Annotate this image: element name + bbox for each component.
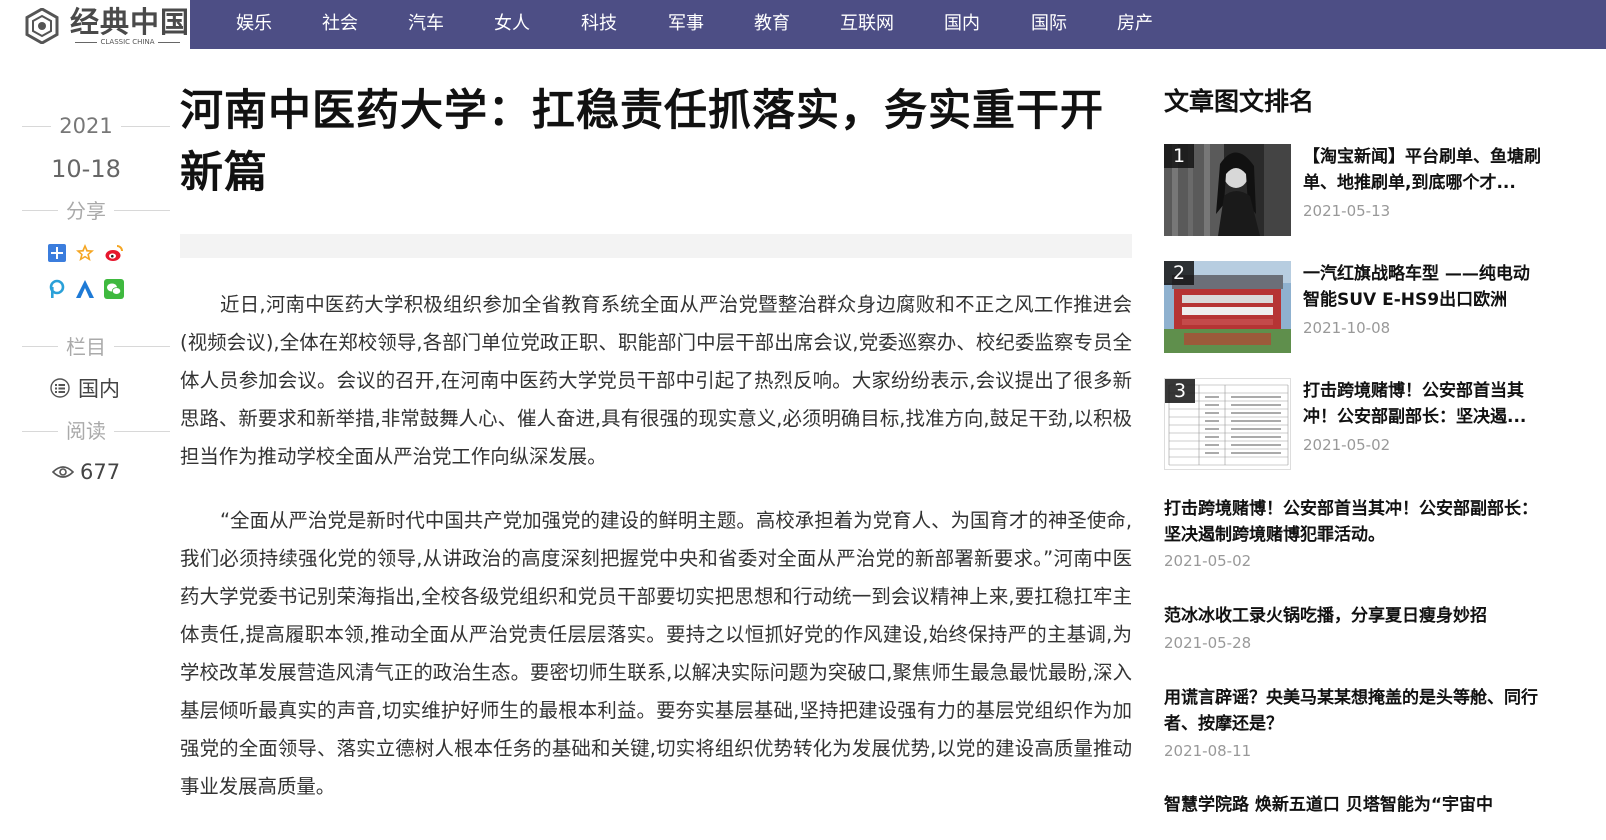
share-label: 分享: [58, 199, 114, 223]
eye-icon: [52, 466, 74, 478]
nav-item-tech[interactable]: 科技: [581, 0, 617, 49]
read-count-display: 677: [52, 457, 120, 487]
nav-item-society[interactable]: 社会: [322, 0, 358, 49]
rank-number: 3: [1165, 379, 1195, 403]
column-link[interactable]: 国内: [50, 373, 120, 403]
sidebar-article-date: 2021-08-11: [1164, 742, 1252, 760]
column-label: 栏目: [58, 335, 114, 359]
title-separator-bar: [180, 234, 1132, 258]
logo-emblem-icon: [25, 8, 59, 44]
article-thumbnail[interactable]: 3: [1164, 378, 1291, 470]
nav-item-entertainment[interactable]: 娱乐: [236, 0, 272, 49]
sidebar-article-title[interactable]: 范冰冰收工录火锅吃播，分享夏日瘦身妙招: [1164, 603, 1554, 629]
article-title: 河南中医药大学：扛稳责任抓落实，务实重干开新篇: [180, 86, 1104, 198]
p-share-icon[interactable]: [47, 279, 67, 299]
logo-text-cn: 经典中国: [70, 5, 191, 39]
a-share-icon[interactable]: [75, 279, 95, 299]
read-label: 阅读: [58, 419, 114, 443]
star-share-icon[interactable]: [75, 243, 95, 263]
nav-item-domestic[interactable]: 国内: [944, 0, 980, 49]
ranked-article-date: 2021-05-02: [1303, 436, 1391, 454]
publish-year: 2021: [51, 114, 121, 138]
weibo-icon[interactable]: [104, 243, 124, 263]
nav-item-auto[interactable]: 汽车: [408, 0, 444, 49]
sidebar-article-date: 2021-05-28: [1164, 634, 1252, 652]
ranked-article-date: 2021-05-13: [1303, 202, 1391, 220]
top-navigation-bar: 经典中国 CLASSIC CHINA 娱乐 社会 汽车 女人 科技 军事 教育 …: [0, 0, 1606, 49]
nav-item-education[interactable]: 教育: [754, 0, 790, 49]
article-paragraph: 近日,河南中医药大学积极组织参加全省教育系统全面从严治党暨整治群众身边腐败和不正…: [180, 293, 1132, 468]
read-count: 677: [80, 460, 121, 484]
publish-date: 10-18: [51, 155, 121, 183]
article-thumbnail[interactable]: 2: [1164, 261, 1291, 353]
site-logo[interactable]: 经典中国 CLASSIC CHINA: [0, 0, 190, 49]
nav-item-realestate[interactable]: 房产: [1117, 0, 1153, 49]
ranked-article-date: 2021-10-08: [1303, 319, 1391, 337]
list-icon: [50, 378, 70, 398]
nav-item-military[interactable]: 军事: [668, 0, 704, 49]
sidebar-article-title[interactable]: 智慧学院路 焕新五道口 贝塔智能为“宇宙中: [1164, 792, 1554, 818]
sidebar-article-title[interactable]: 打击跨境赌博！公安部首当其冲！公安部副部长：坚决遏制跨境赌博犯罪活动。: [1164, 496, 1554, 548]
plus-share-icon[interactable]: [47, 243, 67, 263]
ranked-article-card[interactable]: 2 一汽红旗战略车型 ——纯电动智能SUV E-HS9出口欧洲 2021-10-…: [1164, 261, 1564, 355]
nav-item-international[interactable]: 国际: [1031, 0, 1067, 49]
ranked-article-title[interactable]: 打击跨境赌博！公安部首当其冲！公安部副部长：坚决遏...: [1303, 378, 1543, 430]
nav-item-internet[interactable]: 互联网: [840, 0, 894, 49]
sidebar-article-date: 2021-05-02: [1164, 552, 1252, 570]
rank-number: 1: [1164, 144, 1194, 168]
sidebar-article-title[interactable]: 用谎言辟谣？央美马某某想掩盖的是头等舱、同行者、按摩还是？: [1164, 685, 1554, 737]
ranked-article-card[interactable]: 3 打击跨境赌博！公安部首当其冲！公安部副部长：坚决遏... 2021-05-0…: [1164, 378, 1564, 472]
column-value: 国内: [78, 377, 120, 401]
ranked-article-title[interactable]: 【淘宝新闻】平台刷单、鱼塘刷单、地推刷单,到底哪个才...: [1303, 144, 1543, 196]
logo-text-en: CLASSIC CHINA: [70, 38, 185, 47]
ranked-article-card[interactable]: 1 【淘宝新闻】平台刷单、鱼塘刷单、地推刷单,到底哪个才... 2021-05-…: [1164, 144, 1564, 238]
nav-item-women[interactable]: 女人: [494, 0, 530, 49]
article-thumbnail[interactable]: 1: [1164, 144, 1291, 236]
wechat-icon[interactable]: [104, 279, 124, 299]
ranked-article-title[interactable]: 一汽红旗战略车型 ——纯电动智能SUV E-HS9出口欧洲: [1303, 261, 1543, 313]
article-paragraph: “全面从严治党是新时代中国共产党加强党的建设的鲜明主题。高校承担着为党育人、为国…: [180, 509, 1132, 798]
sidebar-title: 文章图文排名: [1164, 87, 1315, 116]
rank-number: 2: [1164, 261, 1194, 285]
